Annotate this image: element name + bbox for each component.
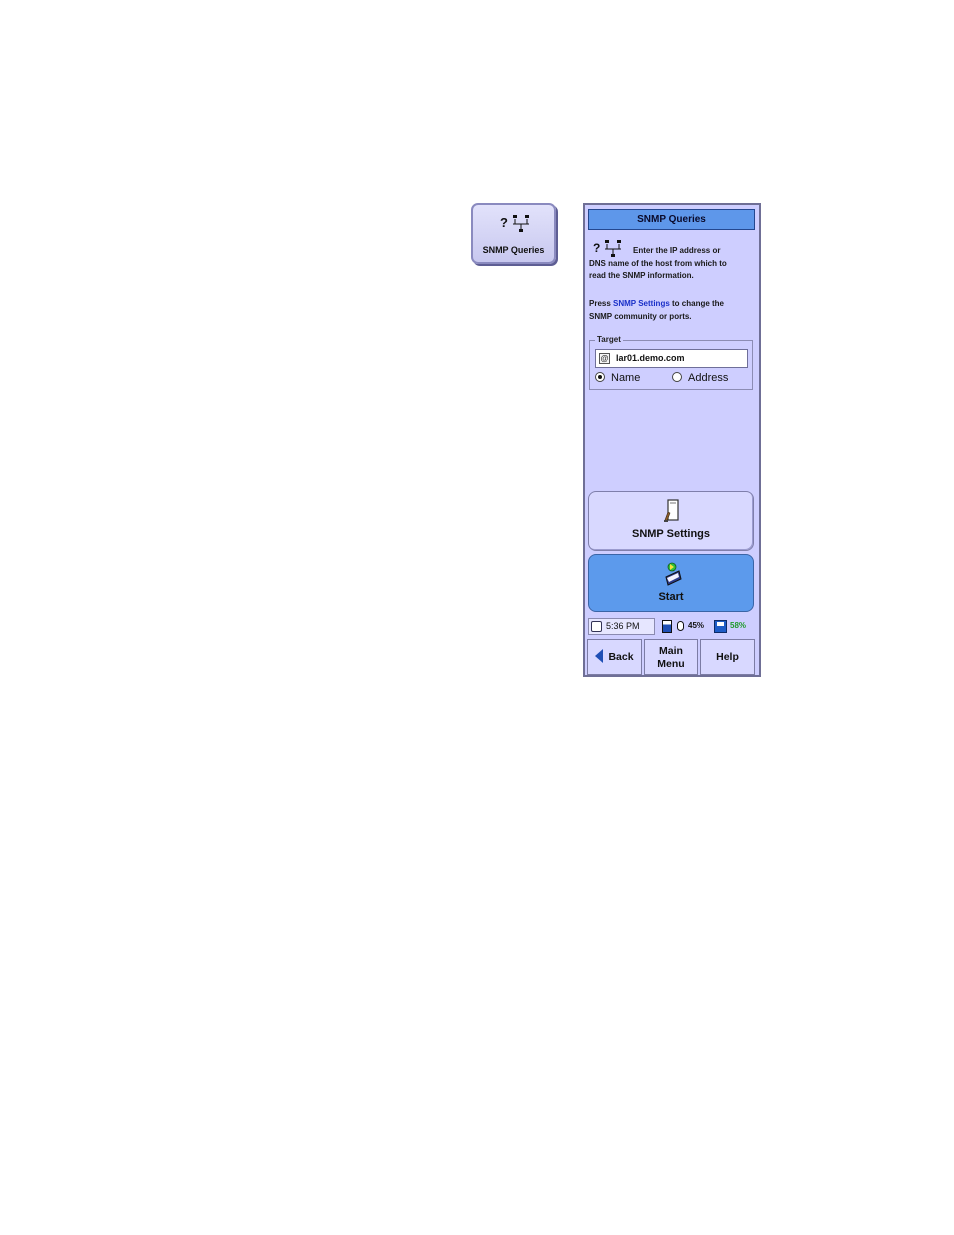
main-menu-label-line2: Menu: [657, 658, 685, 670]
settings-hint-text: Press SNMP Settings to change the SNMP co…: [589, 299, 725, 321]
target-input[interactable]: @ lar01.demo.com: [595, 349, 748, 368]
svg-text:?: ?: [500, 215, 508, 230]
radio-name-button[interactable]: [595, 372, 605, 383]
start-button[interactable]: Start: [588, 554, 754, 612]
battery-percent: 45%: [688, 621, 705, 630]
status-bar: 5:36 PM 45% 58%: [588, 618, 757, 636]
settings-tool-icon: [661, 498, 683, 527]
start-run-icon: [661, 561, 685, 590]
snmp-queries-panel: SNMP Queries ? Enter the IP address or DN…: [583, 203, 761, 677]
radio-address[interactable]: Address: [672, 372, 728, 385]
main-menu-button[interactable]: Main Menu: [644, 639, 698, 675]
bottom-nav: Back Main Menu Help: [587, 639, 757, 675]
instructions-text: Enter the IP address or DNS name of the h…: [589, 246, 727, 280]
back-button[interactable]: Back: [587, 639, 642, 675]
snmp-settings-label: SNMP Settings: [631, 528, 711, 540]
battery-icon: [662, 620, 672, 633]
mouse-icon: [677, 621, 684, 631]
back-label: Back: [608, 651, 634, 663]
target-value: lar01.demo.com: [616, 353, 685, 363]
target-group: Target @ lar01.demo.com Name Address: [589, 335, 753, 390]
radio-name[interactable]: Name: [595, 372, 640, 385]
disk-percent: 58%: [730, 621, 747, 630]
radio-address-label: Address: [688, 372, 729, 384]
status-time: 5:36 PM: [606, 621, 640, 631]
start-label: Start: [658, 591, 684, 603]
address-book-icon[interactable]: @: [599, 353, 610, 364]
radio-name-label: Name: [611, 372, 641, 384]
snmp-settings-button[interactable]: SNMP Settings: [588, 491, 754, 551]
launcher-label: SNMP Queries: [482, 245, 545, 255]
clock-icon: [591, 621, 602, 632]
radio-address-button[interactable]: [672, 372, 682, 383]
snmp-queries-launcher-button[interactable]: ? SNMP Queries: [471, 203, 556, 264]
snmp-settings-link: SNMP Settings: [613, 299, 670, 308]
clock-display[interactable]: 5:36 PM: [588, 618, 655, 635]
panel-title: SNMP Queries: [588, 209, 755, 230]
disk-icon: [714, 620, 727, 633]
back-arrow-icon: [595, 649, 604, 664]
main-menu-label-line1: Main: [659, 645, 683, 657]
help-button[interactable]: Help: [700, 639, 755, 675]
target-legend: Target: [595, 335, 623, 345]
help-label: Help: [716, 651, 739, 663]
network-query-icon: ?: [500, 212, 532, 239]
